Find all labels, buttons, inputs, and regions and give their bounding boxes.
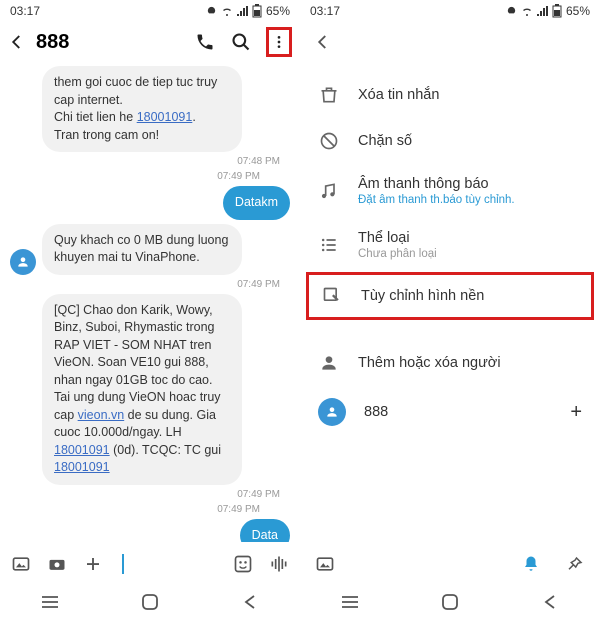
menu-header xyxy=(300,22,600,62)
message-row: [QC] Chao don Karik, Wowy, Binz, Suboi, … xyxy=(10,294,290,485)
menu-customize-wallpaper[interactable]: Tùy chỉnh hình nền xyxy=(306,272,594,320)
message-time: 07:49 PM xyxy=(10,489,280,500)
menu-back-button[interactable] xyxy=(314,33,332,51)
menu-category[interactable]: Thể loại Chưa phân loại xyxy=(300,218,600,272)
status-battery: 65% xyxy=(566,4,590,18)
status-bar: 03:17 65% xyxy=(300,0,600,22)
status-battery: 65% xyxy=(266,4,290,18)
left-panel: 03:17 65% 888 xyxy=(0,0,300,620)
status-time: 03:17 xyxy=(310,4,340,18)
message-time: 07:49 PM xyxy=(10,504,290,515)
back-nav-button[interactable] xyxy=(230,592,270,612)
wallpaper-edit-icon xyxy=(321,285,343,307)
camera-button[interactable] xyxy=(46,553,68,575)
status-time: 03:17 xyxy=(10,4,40,18)
add-contact-button[interactable]: + xyxy=(570,401,582,424)
status-bar: 03:17 65% xyxy=(0,0,300,22)
trash-icon xyxy=(318,84,340,106)
contact-avatar xyxy=(318,398,346,426)
pin-icon[interactable] xyxy=(564,553,586,575)
block-icon xyxy=(318,130,340,152)
menu-list: Xóa tin nhắn Chặn số Âm thanh thông báo … xyxy=(300,62,600,448)
message-time: 07:48 PM xyxy=(10,156,280,167)
recents-button[interactable] xyxy=(330,592,370,612)
sender-avatar[interactable] xyxy=(10,249,36,275)
menu-notification-sound[interactable]: Âm thanh thông báo Đặt âm thanh th.báo t… xyxy=(300,164,600,218)
message-time: 07:49 PM xyxy=(10,279,280,290)
search-button[interactable] xyxy=(230,31,252,53)
message-bubble[interactable]: them goi cuoc de tiep tuc truy cap inter… xyxy=(42,66,242,152)
sticker-button[interactable] xyxy=(232,553,254,575)
menu-block-number[interactable]: Chặn số xyxy=(300,118,600,164)
voice-button[interactable] xyxy=(268,553,290,575)
message-bubble[interactable]: Datakm xyxy=(223,186,290,220)
chat-header: 888 xyxy=(0,22,300,62)
alarm-icon xyxy=(206,5,218,17)
message-row: Data xyxy=(10,519,290,543)
alarm-icon xyxy=(506,5,518,17)
text-input[interactable] xyxy=(122,554,124,574)
message-bubble[interactable]: Data xyxy=(240,519,290,543)
composer-toolbar xyxy=(0,544,300,584)
nav-bar xyxy=(300,584,600,620)
message-row: Datakm xyxy=(10,186,290,220)
recents-button[interactable] xyxy=(30,592,70,612)
message-bubble[interactable]: [QC] Chao don Karik, Wowy, Binz, Suboi, … xyxy=(42,294,242,485)
add-attachment-button[interactable] xyxy=(82,553,104,575)
home-button[interactable] xyxy=(430,592,470,612)
gallery-button[interactable] xyxy=(10,553,32,575)
home-button[interactable] xyxy=(130,592,170,612)
battery-icon xyxy=(551,5,563,17)
menu-delete-messages[interactable]: Xóa tin nhắn xyxy=(300,72,600,118)
right-bottom-bar xyxy=(300,544,600,584)
more-menu-button[interactable] xyxy=(266,27,292,57)
back-button[interactable] xyxy=(8,33,26,51)
menu-add-remove-people[interactable]: Thêm hoặc xóa người xyxy=(300,340,600,386)
message-bubble[interactable]: Quy khach co 0 MB dung luong khuyen mai … xyxy=(42,224,242,275)
bell-icon[interactable] xyxy=(520,553,542,575)
chat-title: 888 xyxy=(36,31,194,54)
message-row: them goi cuoc de tiep tuc truy cap inter… xyxy=(10,66,290,152)
menu-contact-row[interactable]: 888 + xyxy=(300,386,600,438)
message-time: 07:49 PM xyxy=(10,171,290,182)
wifi-icon xyxy=(521,5,533,17)
wifi-icon xyxy=(221,5,233,17)
person-icon xyxy=(318,352,340,374)
nav-bar xyxy=(0,584,300,620)
music-note-icon xyxy=(318,180,340,202)
gallery-button[interactable] xyxy=(314,553,336,575)
signal-icon xyxy=(536,5,548,17)
battery-icon xyxy=(251,5,263,17)
signal-icon xyxy=(236,5,248,17)
back-nav-button[interactable] xyxy=(530,592,570,612)
list-icon xyxy=(318,234,340,256)
right-panel: 03:17 65% Xóa tin nhắn Chặn số xyxy=(300,0,600,620)
messages-list[interactable]: them goi cuoc de tiep tuc truy cap inter… xyxy=(0,62,300,542)
call-button[interactable] xyxy=(194,31,216,53)
message-row: Quy khach co 0 MB dung luong khuyen mai … xyxy=(10,224,290,275)
